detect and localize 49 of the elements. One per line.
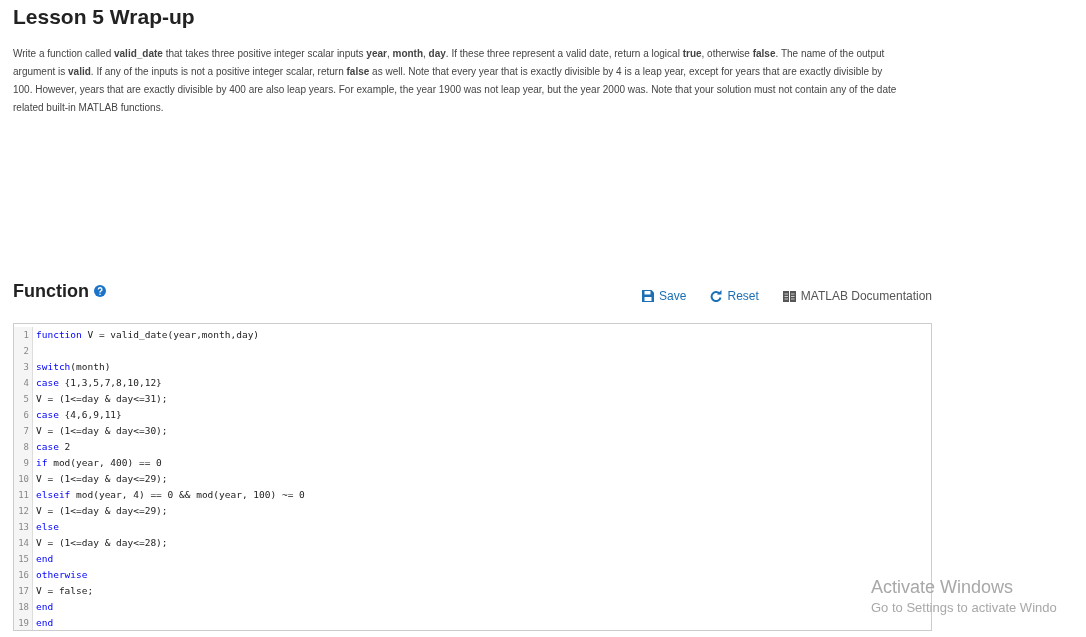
line-number: 4 <box>14 375 33 391</box>
code-line: switch(month) <box>36 360 111 374</box>
line-number: 5 <box>14 391 33 407</box>
line-number: 10 <box>14 471 33 487</box>
code-line: V = (1<=day & day<=31); <box>36 392 168 406</box>
book-icon <box>782 290 796 302</box>
code-line: end <box>36 600 54 614</box>
code-line: case {4,6,9,11} <box>36 408 122 422</box>
code-line: case {1,3,5,7,8,10,12} <box>36 376 162 390</box>
code-line: if mod(year, 400) == 0 <box>36 456 162 470</box>
code-line: V = (1<=day & day<=29); <box>36 504 168 518</box>
code-line: case 2 <box>36 440 71 454</box>
page-title: Lesson 5 Wrap-up <box>13 4 196 30</box>
code-line: end <box>36 552 54 566</box>
line-number: 7 <box>14 423 33 439</box>
line-number: 11 <box>14 487 33 503</box>
code-line: V = false; <box>36 584 94 598</box>
line-number: 8 <box>14 439 33 455</box>
reset-icon <box>710 290 723 302</box>
docs-button[interactable]: MATLAB Documentation <box>782 287 932 305</box>
code-line: V = (1<=day & day<=30); <box>36 424 168 438</box>
line-number: 1 <box>14 327 33 343</box>
line-number: 19 <box>14 615 33 630</box>
section-title: Function <box>13 279 89 303</box>
help-icon[interactable] <box>94 285 106 297</box>
line-number: 14 <box>14 535 33 551</box>
code-line: elseif mod(year, 4) == 0 && mod(year, 100) ~= 0 <box>36 488 305 502</box>
code-line: end <box>36 616 54 630</box>
code-line: else <box>36 520 59 534</box>
line-number: 16 <box>14 567 33 583</box>
line-number: 6 <box>14 407 33 423</box>
line-number: 12 <box>14 503 33 519</box>
line-number: 3 <box>14 359 33 375</box>
reset-button[interactable]: Reset <box>710 287 759 305</box>
code-line: V = (1<=day & day<=29); <box>36 472 168 486</box>
save-icon <box>642 290 655 302</box>
line-number: 15 <box>14 551 33 567</box>
os-notice-title: Activate Windows <box>871 576 1014 598</box>
code-line: V = (1<=day & day<=28); <box>36 536 168 550</box>
problem-description: Write a function called valid_date that takes three positive integer scalar inputs year, month, day. If these three represent a valid date, return a logical true, otherwise false. The name of the output argument is valid. If any of the inputs is not a positive integer scalar, return false as well. Note that every year that is exactly divisible by 4 is a leap year, except for years that are exactly divisible by 100. However, years that are exactly divisible by 400 are also leap years. For example, the year 1900 was not leap year, but the year 2000 was. Note that your solution must not contain any of the date related built-in MATLAB functions. <box>13 47 898 115</box>
os-notice-subtitle: Go to Settings to activate Windo <box>871 599 1057 617</box>
line-number: 9 <box>14 455 33 471</box>
save-button[interactable]: Save <box>642 287 687 305</box>
code-line: otherwise <box>36 568 88 582</box>
code-line: function V = valid_date(year,month,day) <box>36 328 260 342</box>
line-number: 17 <box>14 583 33 599</box>
line-number: 2 <box>14 343 33 359</box>
line-number: 18 <box>14 599 33 615</box>
line-number: 13 <box>14 519 33 535</box>
